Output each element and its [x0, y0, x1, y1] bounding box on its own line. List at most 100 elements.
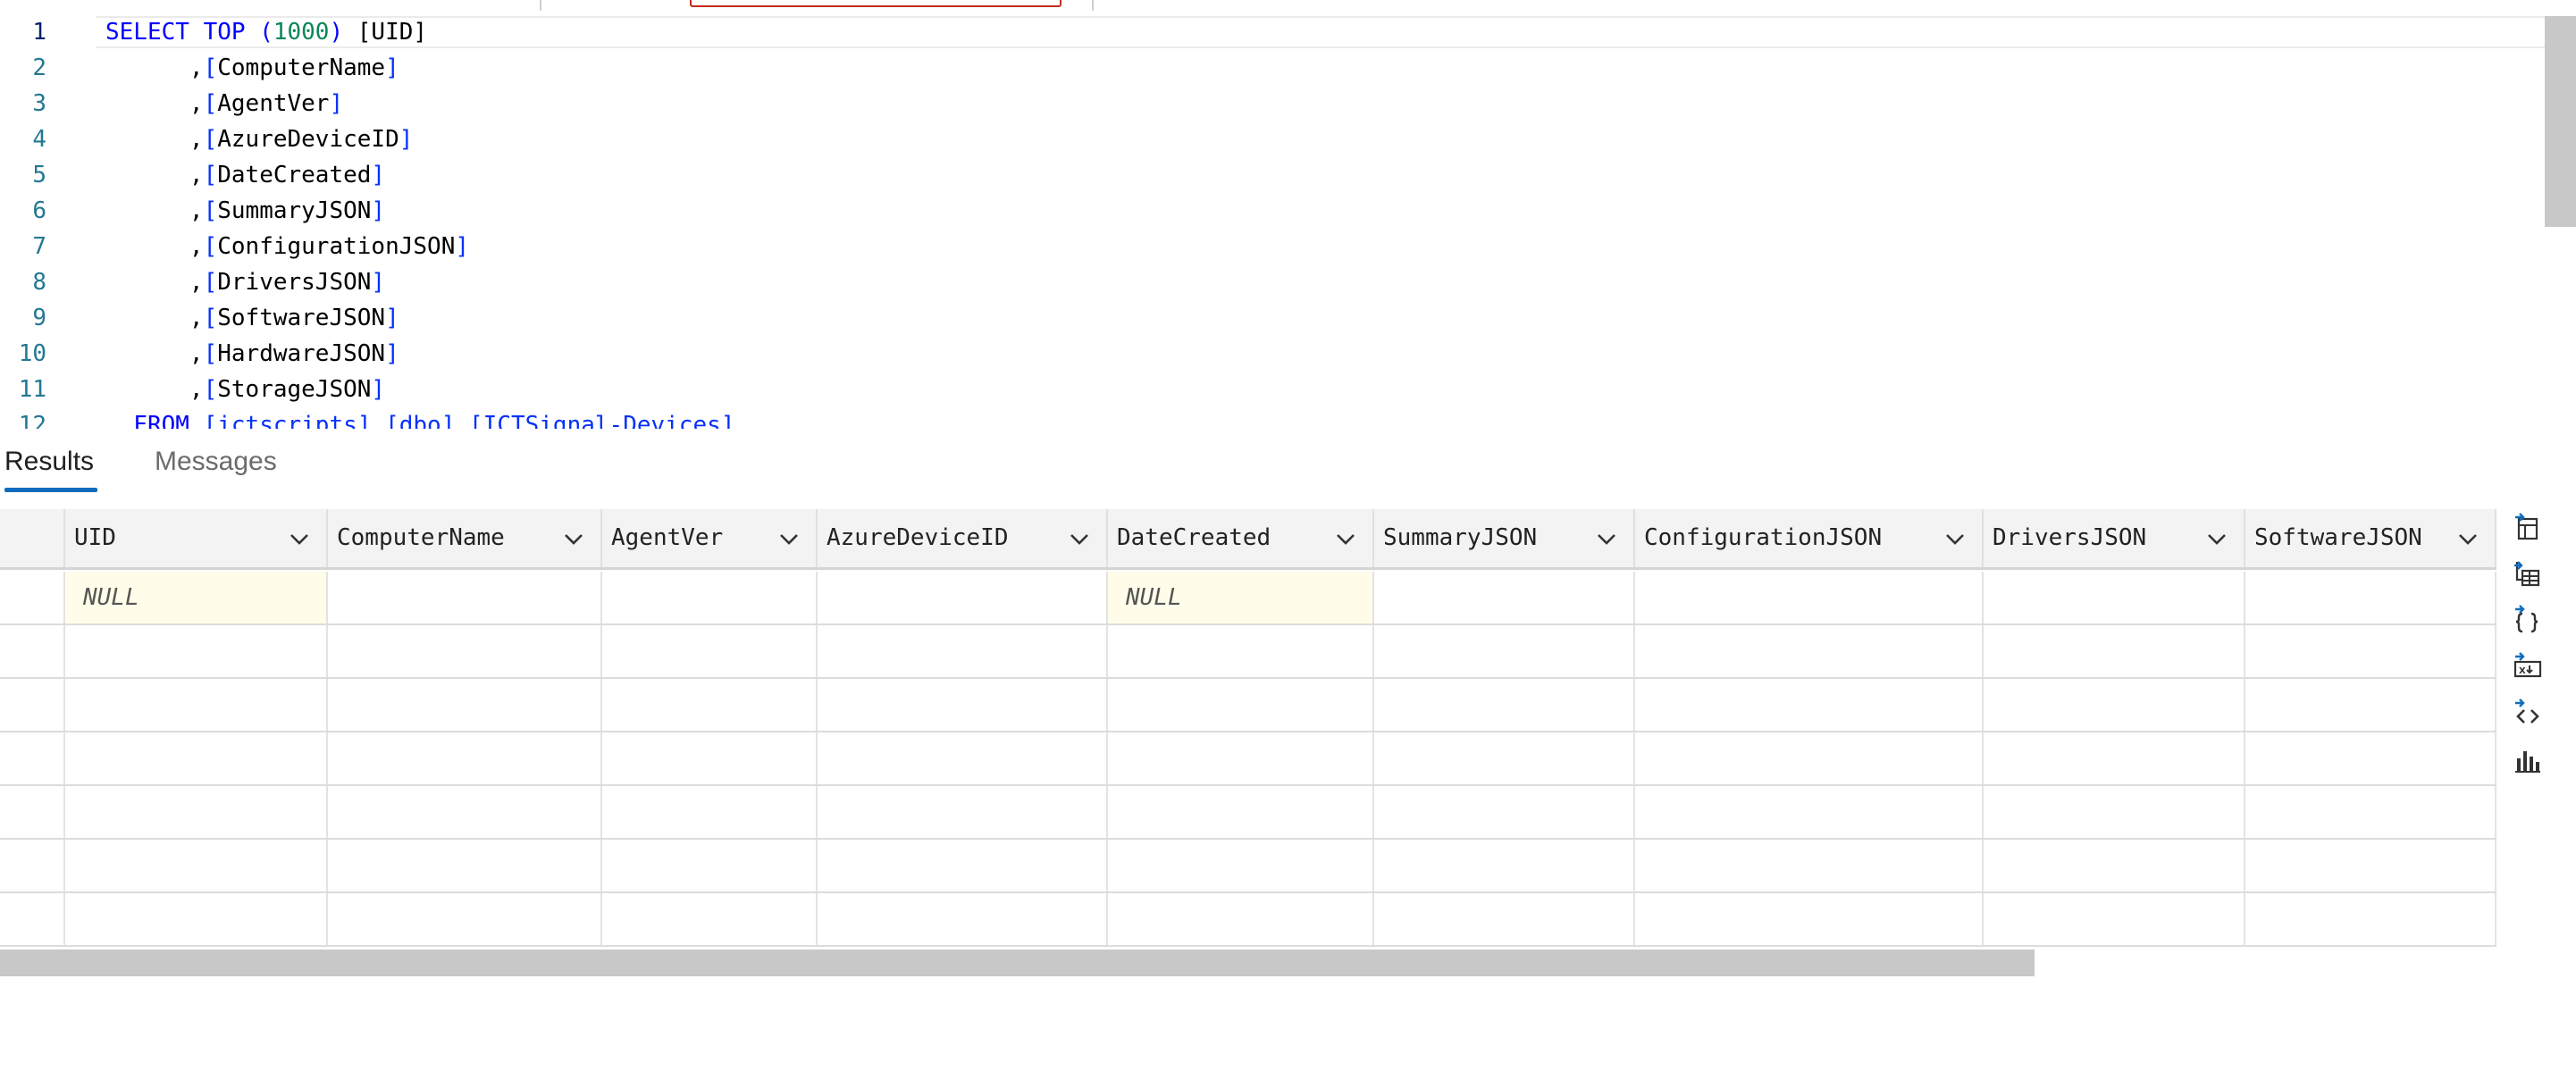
grid-cell[interactable] [1984, 732, 2245, 784]
row-number-cell[interactable] [0, 893, 65, 945]
column-header-computername[interactable]: ComputerName [328, 509, 602, 567]
grid-cell[interactable]: NULL [1108, 572, 1374, 623]
grid-cell[interactable] [818, 679, 1108, 731]
grid-cell[interactable] [1374, 625, 1635, 677]
grid-cell[interactable] [328, 625, 602, 677]
grid-cell[interactable] [818, 893, 1108, 945]
grid-cell[interactable] [65, 625, 328, 677]
table-row[interactable]: NULL NULL [0, 572, 2496, 625]
chevron-down-icon[interactable] [1596, 529, 1617, 550]
grid-cell[interactable] [65, 893, 328, 945]
row-number-cell[interactable] [0, 572, 65, 623]
grid-cell[interactable] [1635, 840, 1984, 891]
grid-cell[interactable] [602, 625, 818, 677]
grid-cell[interactable] [1635, 732, 1984, 784]
grid-cell[interactable] [1635, 625, 1984, 677]
column-header-softwarejson[interactable]: SoftwareJSON [2245, 509, 2496, 567]
table-row[interactable] [0, 625, 2496, 679]
grid-cell[interactable] [1984, 893, 2245, 945]
chevron-down-icon[interactable] [778, 529, 800, 550]
chevron-down-icon[interactable] [1335, 529, 1356, 550]
grid-cell[interactable] [818, 840, 1108, 891]
grid-cell[interactable] [818, 786, 1108, 838]
table-row[interactable] [0, 732, 2496, 786]
row-number-cell[interactable] [0, 625, 65, 677]
code-area[interactable]: SELECT TOP (1000) [UID] ,[ComputerName] … [105, 14, 734, 429]
column-header-datecreated[interactable]: DateCreated [1108, 509, 1374, 567]
grid-cell[interactable] [818, 732, 1108, 784]
column-header-driversjson[interactable]: DriversJSON [1984, 509, 2245, 567]
save-as-json-icon[interactable] [2507, 597, 2547, 643]
query-editor[interactable]: 1 2 3 4 5 6 7 8 9 10 11 12 SELECT TOP (1000) [UID] … [0, 0, 2576, 429]
grid-cell[interactable] [1108, 893, 1374, 945]
grid-cell[interactable] [1374, 572, 1635, 623]
chart-icon[interactable] [2507, 736, 2547, 782]
results-grid[interactable]: UID ComputerName AgentVer AzureDeviceID Date… [0, 509, 2496, 947]
grid-cell[interactable] [1374, 679, 1635, 731]
grid-cell[interactable] [328, 572, 602, 623]
save-as-xml-icon[interactable]: X [2507, 643, 2547, 690]
row-number-cell[interactable] [0, 840, 65, 891]
grid-cell[interactable] [2245, 679, 2496, 731]
grid-cell[interactable] [1984, 625, 2245, 677]
grid-cell[interactable] [1108, 732, 1374, 784]
grid-cell[interactable] [2245, 893, 2496, 945]
grid-cell[interactable] [1984, 572, 2245, 623]
code-line[interactable]: ,[SoftwareJSON] [105, 300, 734, 336]
grid-cell[interactable] [65, 732, 328, 784]
table-row[interactable] [0, 786, 2496, 840]
grid-cell[interactable] [1984, 786, 2245, 838]
code-line[interactable]: ,[ComputerName] [105, 50, 734, 86]
save-as-excel-icon[interactable] [2507, 550, 2547, 597]
column-header-configurationjson[interactable]: ConfigurationJSON [1635, 509, 1984, 567]
grid-cell[interactable] [1635, 679, 1984, 731]
grid-cell[interactable] [1108, 625, 1374, 677]
grid-cell[interactable] [602, 732, 818, 784]
grid-cell[interactable] [2245, 840, 2496, 891]
grid-cell[interactable] [1635, 893, 1984, 945]
table-row[interactable] [0, 893, 2496, 947]
grid-cell[interactable] [1984, 679, 2245, 731]
grid-cell[interactable] [1374, 840, 1635, 891]
grid-cell[interactable] [1635, 786, 1984, 838]
chevron-down-icon[interactable] [1069, 529, 1090, 550]
row-number-cell[interactable] [0, 732, 65, 784]
highlighted-field[interactable] [690, 0, 1061, 7]
grid-cell[interactable] [65, 840, 328, 891]
copy-as-markdown-icon[interactable] [2507, 690, 2547, 736]
chevron-down-icon[interactable] [2206, 529, 2228, 550]
table-row[interactable] [0, 679, 2496, 732]
grid-cell[interactable] [65, 786, 328, 838]
code-line[interactable]: ,[ConfigurationJSON] [105, 229, 734, 264]
code-line[interactable]: ,[AgentVer] [105, 86, 734, 121]
grid-cell[interactable] [328, 732, 602, 784]
grid-horizontal-scrollbar[interactable] [0, 950, 2035, 976]
grid-cell[interactable] [1635, 572, 1984, 623]
grid-cell[interactable] [328, 786, 602, 838]
column-header-agentver[interactable]: AgentVer [602, 509, 818, 567]
code-line[interactable]: ,[AzureDeviceID] [105, 121, 734, 157]
editor-vertical-scrollbar[interactable] [2545, 16, 2576, 227]
chevron-down-icon[interactable] [2457, 529, 2479, 550]
grid-cell[interactable] [2245, 625, 2496, 677]
grid-cell[interactable]: NULL [65, 572, 328, 623]
code-line[interactable]: FROM [ictscripts].[dbo].[ICTSignal-Devic… [105, 407, 734, 429]
code-line[interactable]: ,[SummaryJSON] [105, 193, 734, 229]
code-line[interactable]: ,[DateCreated] [105, 157, 734, 193]
grid-cell[interactable] [1108, 786, 1374, 838]
column-header-azuredeviceid[interactable]: AzureDeviceID [818, 509, 1108, 567]
grid-cell[interactable] [328, 840, 602, 891]
chevron-down-icon[interactable] [563, 529, 584, 550]
chevron-down-icon[interactable] [289, 529, 310, 550]
grid-cell[interactable] [2245, 572, 2496, 623]
grid-cell[interactable] [602, 840, 818, 891]
grid-cell[interactable] [65, 679, 328, 731]
grid-cell[interactable] [602, 572, 818, 623]
tab-messages[interactable]: Messages [155, 447, 277, 477]
code-line[interactable]: ,[DriversJSON] [105, 264, 734, 300]
grid-cell[interactable] [1108, 840, 1374, 891]
grid-cell[interactable] [1374, 786, 1635, 838]
grid-cell[interactable] [328, 679, 602, 731]
grid-cell[interactable] [602, 893, 818, 945]
tab-results[interactable]: Results [4, 447, 94, 477]
